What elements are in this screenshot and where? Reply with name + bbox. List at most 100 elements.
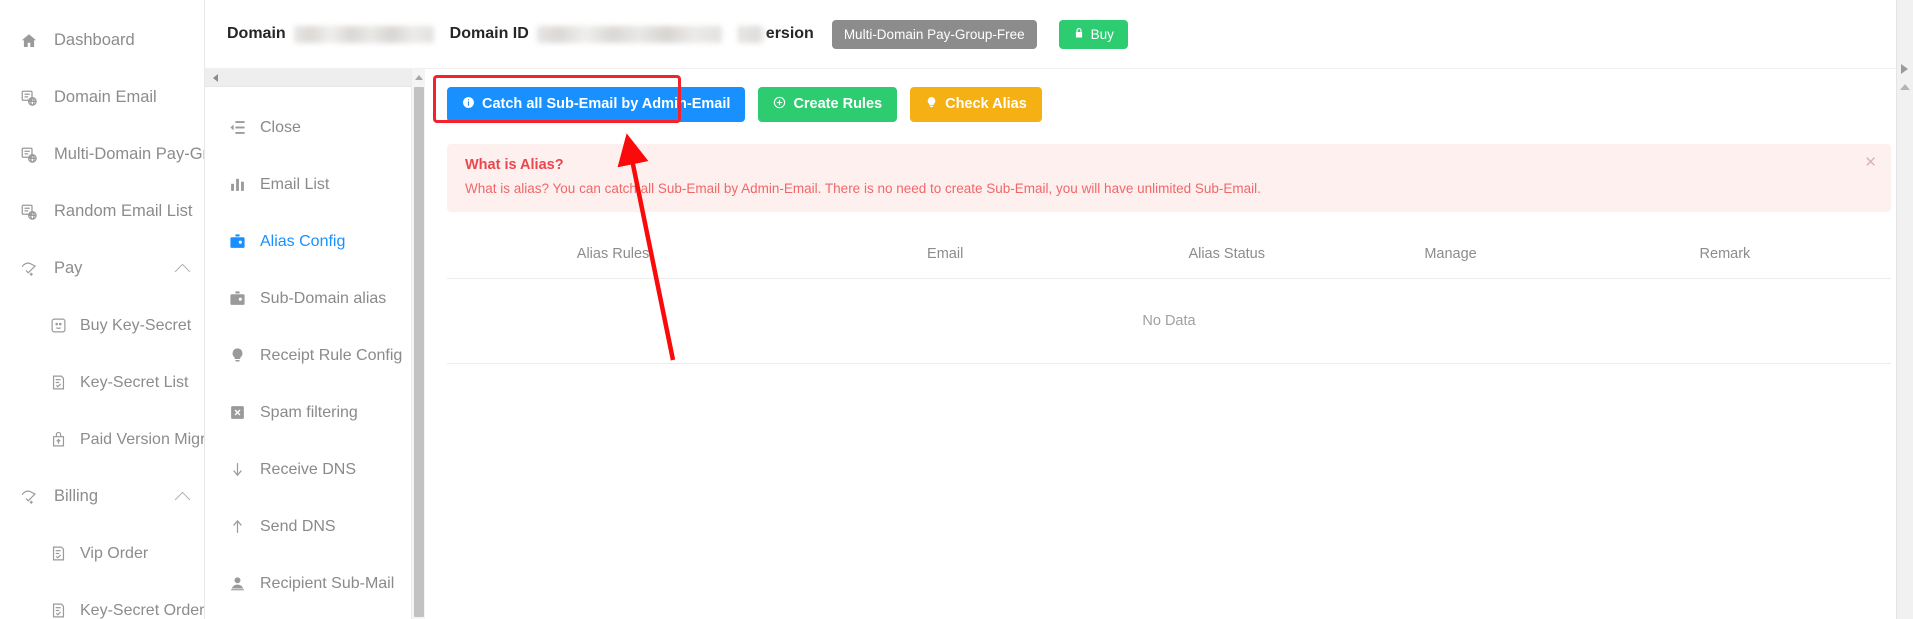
app-root: Dashboard Domain Email Multi-Domain Pay-… — [0, 0, 1913, 619]
close-icon[interactable]: ✕ — [1864, 155, 1877, 170]
column-remark: Remark — [1558, 234, 1891, 280]
alert-title: What is Alias? — [465, 156, 564, 173]
body-area: Close Email List Alias Config Sub-Domain… — [205, 69, 1913, 619]
buy-key-icon — [48, 316, 68, 336]
right-column: Domain Domain ID ersion Multi-Domain Pay… — [205, 0, 1913, 619]
submenu-item-close[interactable]: Close — [205, 99, 411, 156]
sidebar-item-label: Domain Email — [54, 88, 157, 106]
alias-config-panel: Catch all Sub-Email by Admin-Email Creat… — [425, 69, 1913, 619]
version-badge: Multi-Domain Pay-Group-Free — [831, 19, 1037, 49]
lock-icon — [1073, 27, 1085, 42]
menu-fold-icon — [227, 118, 247, 138]
submenu-item-send-dns[interactable]: Send DNS — [205, 498, 411, 555]
create-rules-button[interactable]: Create Rules — [758, 87, 898, 122]
submenu-item-label: Receipt Rule Config — [260, 346, 403, 364]
bulb-icon — [925, 96, 938, 113]
domain-email-icon — [18, 201, 40, 223]
sidebar-item-paid-version-migration[interactable]: Paid Version Migration — [0, 411, 204, 468]
alert-description: What is alias? You can catch all Sub-Ema… — [465, 180, 1261, 196]
submenu-item-receive-dns[interactable]: Receive DNS — [205, 441, 411, 498]
buy-button[interactable]: Buy — [1058, 19, 1128, 49]
table-header: Alias Rules Email Alias Status Manage Re… — [447, 234, 1891, 280]
sidebar-item-label: Random Email List — [54, 202, 193, 220]
spam-icon — [227, 403, 247, 423]
plus-circle-icon — [773, 96, 786, 113]
sidebar-item-label: Vip Order — [80, 544, 149, 562]
submenu-item-label: Close — [260, 118, 301, 136]
user-icon — [227, 574, 247, 594]
submenu-item-recipient-sub-mail[interactable]: Recipient Sub-Mail — [205, 555, 411, 612]
submenu-item-label: Spam filtering — [260, 403, 358, 421]
submenu-item-spam-filtering[interactable]: Spam filtering — [205, 384, 411, 441]
info-circle-icon — [462, 96, 475, 113]
check-alias-button[interactable]: Check Alias — [910, 87, 1042, 122]
column-email: Email — [779, 234, 1112, 280]
domain-email-icon — [18, 144, 40, 166]
check-alias-label: Check Alias — [945, 96, 1027, 112]
sidebar-item-label: Paid Version Migration — [80, 430, 205, 448]
wallet-icon — [227, 289, 247, 309]
bulb-icon — [227, 346, 247, 366]
version-label-redacted — [737, 25, 764, 43]
alias-toolbar: Catch all Sub-Email by Admin-Email Creat… — [433, 75, 1891, 123]
content-scrollbar[interactable] — [411, 69, 425, 619]
arrow-up-icon — [227, 517, 247, 537]
sidebar-item-label: Multi-Domain Pay-Group — [54, 145, 204, 163]
sidebar-item-random-email-list[interactable]: Random Email List — [0, 183, 204, 240]
column-alias-rules: Alias Rules — [447, 234, 780, 280]
pay-icon — [18, 486, 40, 508]
sidebar-item-label: Billing — [54, 487, 99, 505]
scrollbar-thumb[interactable] — [414, 87, 424, 617]
secondary-menu-list: Close Email List Alias Config Sub-Domain… — [205, 87, 411, 612]
buy-button-label: Buy — [1090, 26, 1114, 42]
sidebar-item-buy-key-secret[interactable]: Buy Key-Secret — [0, 297, 204, 354]
empty-state-text: No Data — [447, 278, 1891, 365]
sidebar-item-vip-order[interactable]: Vip Order — [0, 525, 204, 582]
scroll-right-icon[interactable] — [1901, 64, 1908, 74]
domain-id-value-redacted — [536, 25, 722, 43]
submenu-item-label: Alias Config — [260, 232, 346, 250]
sidebar-item-key-secret-list[interactable]: Key-Secret List — [0, 354, 204, 411]
pay-icon — [18, 258, 40, 280]
sidebar-item-multi-domain-pay-group[interactable]: Multi-Domain Pay-Group — [0, 126, 204, 183]
sidebar-item-dashboard[interactable]: Dashboard — [0, 12, 204, 69]
submenu-item-email-list[interactable]: Email List — [205, 156, 411, 213]
submenu-item-label: Receive DNS — [260, 460, 357, 478]
catch-all-sub-email-button[interactable]: Catch all Sub-Email by Admin-Email — [447, 87, 746, 122]
domain-label: Domain — [227, 25, 286, 42]
page-scrollbar[interactable] — [1896, 0, 1913, 619]
sidebar-item-key-secret-order[interactable]: Key-Secret Order — [0, 582, 204, 619]
primary-sidebar: Dashboard Domain Email Multi-Domain Pay-… — [0, 0, 205, 619]
bar-chart-icon — [227, 175, 247, 195]
sidebar-item-label: Buy Key-Secret — [80, 316, 192, 334]
sidebar-item-domain-email[interactable]: Domain Email — [0, 69, 204, 126]
domain-id-label: Domain ID — [449, 25, 529, 42]
domain-header: Domain Domain ID ersion Multi-Domain Pay… — [205, 0, 1913, 69]
scroll-up-icon[interactable] — [1900, 84, 1910, 90]
domain-email-icon — [18, 87, 40, 109]
domain-value-redacted — [293, 25, 434, 43]
list-icon — [48, 544, 68, 564]
arrow-down-icon — [227, 460, 247, 480]
submenu-item-label: Sub-Domain alias — [260, 289, 387, 307]
sidebar-group-billing[interactable]: Billing — [0, 468, 204, 525]
create-rules-label: Create Rules — [793, 96, 883, 112]
submenu-item-alias-config[interactable]: Alias Config — [205, 213, 411, 270]
collapse-left-icon — [213, 73, 218, 82]
collapse-sidebar-button[interactable] — [205, 69, 411, 87]
table-body: No Data — [447, 278, 1891, 365]
sidebar-item-label: Dashboard — [54, 31, 135, 49]
submenu-item-sub-domain-alias[interactable]: Sub-Domain alias — [205, 270, 411, 327]
home-icon — [18, 30, 40, 52]
version-label: ersion — [765, 25, 814, 42]
table-empty-row: No Data — [447, 278, 1891, 365]
submenu-item-label: Email List — [260, 175, 330, 193]
chevron-up-icon — [174, 263, 191, 279]
table-header-row: Alias Rules Email Alias Status Manage Re… — [447, 234, 1891, 280]
upload-bag-icon — [48, 430, 68, 450]
submenu-item-label: Recipient Sub-Mail — [260, 574, 395, 592]
submenu-item-receipt-rule-config[interactable]: Receipt Rule Config — [205, 327, 411, 384]
column-manage: Manage — [1342, 234, 1559, 280]
scroll-up-icon[interactable] — [414, 75, 423, 80]
sidebar-group-pay[interactable]: Pay — [0, 240, 204, 297]
